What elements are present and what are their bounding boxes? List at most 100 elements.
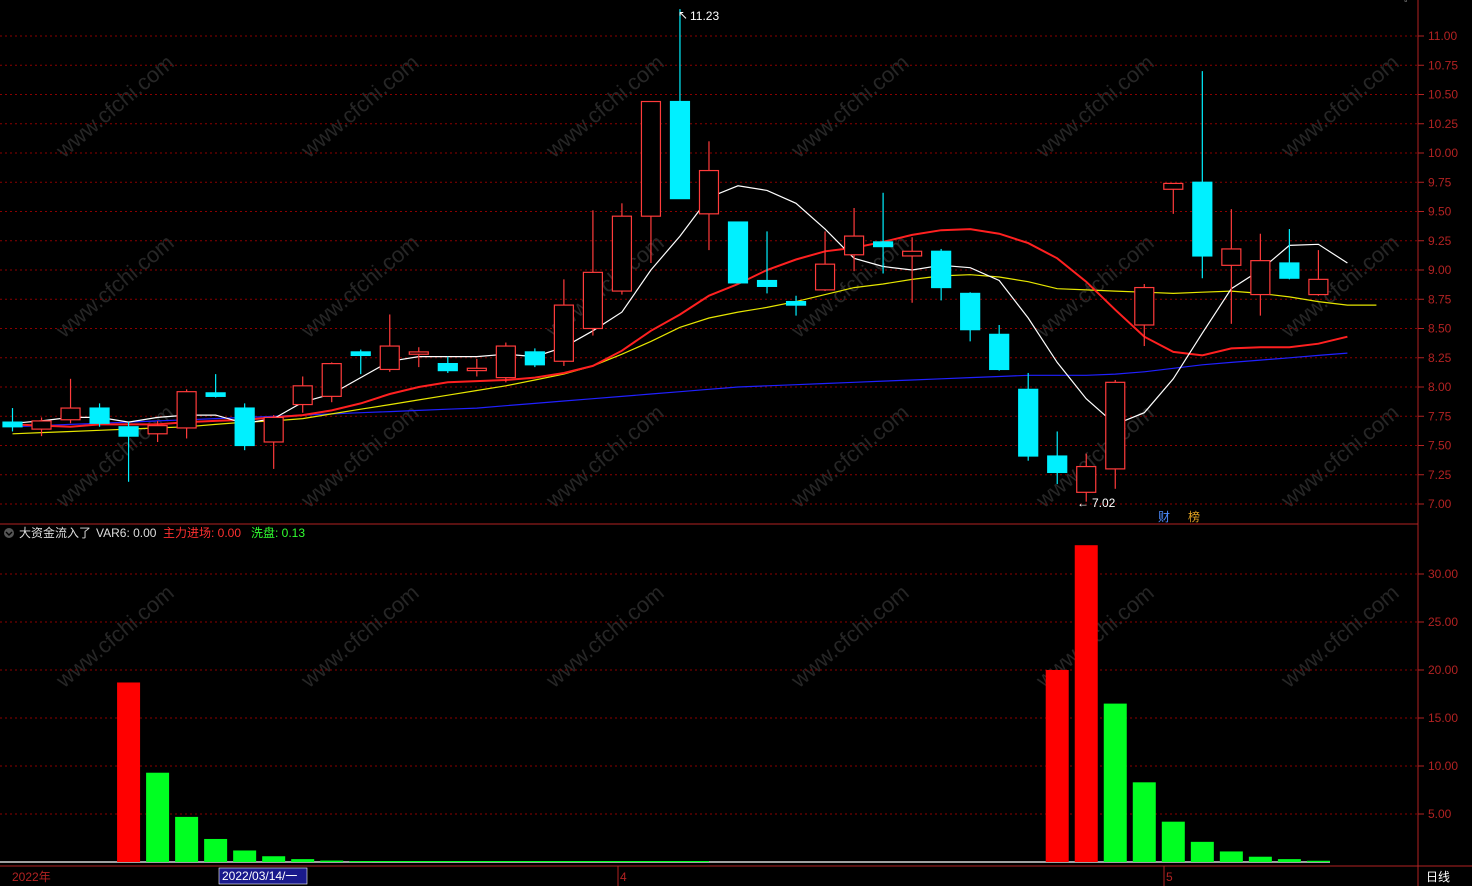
watermark-text: www.cfchi.com bbox=[50, 580, 178, 693]
indicator-bar bbox=[1248, 856, 1272, 862]
price-tick-label: 8.00 bbox=[1428, 380, 1452, 394]
candle-body bbox=[263, 416, 284, 443]
watermark-text: www.cfchi.com bbox=[540, 580, 668, 693]
price-axis-ticks: 11.00 10.75 10.50 10.25 10.00 9.75 9.50 9.25 9.0… bbox=[1418, 29, 1458, 511]
candle-body bbox=[960, 292, 981, 331]
candle-body bbox=[495, 345, 516, 379]
low-price-label: 7.02 bbox=[1092, 496, 1116, 510]
candle-body bbox=[1134, 286, 1155, 326]
watermark-layer: www.cfchi.com www.cfchi.com www.cfchi.com w… bbox=[50, 50, 1403, 693]
price-tick-label: 9.75 bbox=[1428, 175, 1452, 189]
price-tick-label: 7.75 bbox=[1428, 409, 1452, 423]
candle-body bbox=[1221, 248, 1242, 266]
indicator-bar bbox=[1306, 860, 1330, 862]
candle-body bbox=[437, 363, 458, 372]
indicator-bar bbox=[1103, 703, 1127, 862]
candle-body bbox=[1076, 465, 1097, 493]
indicator-tick-label: 20.00 bbox=[1428, 663, 1458, 677]
price-tick-label: 10.25 bbox=[1428, 117, 1458, 131]
candle-body bbox=[843, 235, 865, 256]
candle-body bbox=[1250, 260, 1271, 296]
watermark-text: www.cfchi.com bbox=[1275, 50, 1403, 163]
candle-body bbox=[350, 351, 371, 357]
indicator-bar bbox=[320, 860, 344, 862]
candle-body bbox=[234, 407, 255, 447]
price-tick-label: 10.75 bbox=[1428, 58, 1458, 72]
indicator-tick-label: 15.00 bbox=[1428, 711, 1458, 725]
indicator-bar bbox=[1132, 782, 1156, 862]
price-tick-label: 9.50 bbox=[1428, 205, 1452, 219]
indicator-collapse-icon[interactable] bbox=[4, 528, 14, 538]
candle-body bbox=[379, 345, 400, 371]
candle-body bbox=[902, 250, 923, 257]
finance-badge[interactable]: 财 bbox=[1158, 510, 1170, 524]
chevron-up-icon[interactable]: ⌃ bbox=[1386, 0, 1394, 7]
candle-body bbox=[2, 421, 23, 428]
high-price-label: 11.23 bbox=[690, 9, 719, 23]
indicator-bar bbox=[1045, 670, 1069, 862]
indicator-tick-label: 10.00 bbox=[1428, 759, 1458, 773]
indicator-bar bbox=[117, 682, 141, 862]
indicator-tick-label: 30.00 bbox=[1428, 567, 1458, 581]
candle-body bbox=[640, 100, 662, 217]
stock-chart: www.cfchi.com www.cfchi.com www.cfchi.com w… bbox=[0, 0, 1472, 886]
indicator-bar bbox=[146, 772, 170, 862]
watermark-text: www.cfchi.com bbox=[50, 230, 178, 343]
price-tick-label: 8.25 bbox=[1428, 351, 1452, 365]
price-tick-label: 9.00 bbox=[1428, 263, 1452, 277]
ranking-badge[interactable]: 榜 bbox=[1188, 509, 1200, 524]
candle-body bbox=[872, 241, 894, 248]
price-tick-label: 7.25 bbox=[1428, 468, 1452, 482]
price-tick-label: 7.00 bbox=[1428, 497, 1452, 511]
watermark-text: www.cfchi.com bbox=[785, 580, 913, 693]
candle-body bbox=[1163, 182, 1184, 190]
candle-body bbox=[785, 300, 807, 306]
watermark-text: www.cfchi.com bbox=[295, 230, 423, 343]
indicator-tick-label: 25.00 bbox=[1428, 615, 1458, 629]
candle-body bbox=[176, 391, 197, 429]
var6-value: VAR6: 0.00 bbox=[96, 526, 157, 540]
indicator-bar bbox=[204, 838, 228, 862]
candle-body bbox=[466, 367, 487, 372]
candle-body bbox=[60, 407, 81, 421]
candle-body bbox=[989, 333, 1010, 371]
watermark-text: www.cfchi.com bbox=[1275, 230, 1403, 343]
main-force-value: 主力进场: 0.00 bbox=[163, 526, 241, 540]
candle-body bbox=[205, 392, 226, 397]
indicator-bar bbox=[233, 850, 257, 862]
candle-body bbox=[408, 351, 429, 355]
candle-body bbox=[118, 426, 139, 437]
indicator-bar bbox=[1161, 821, 1185, 862]
watermark-text: www.cfchi.com bbox=[295, 50, 423, 163]
price-tick-label: 11.00 bbox=[1428, 29, 1457, 43]
ma20-line bbox=[12, 274, 1377, 435]
candle-body bbox=[1279, 262, 1300, 279]
low-arrow-icon: ← bbox=[1077, 496, 1089, 510]
candle-body bbox=[931, 250, 952, 289]
candle-body bbox=[1105, 381, 1126, 470]
candle-body bbox=[292, 385, 313, 406]
corner-menu-icon[interactable]: ◦ bbox=[1404, 0, 1408, 7]
month-4-label: 4 bbox=[620, 870, 627, 884]
price-tick-label: 9.25 bbox=[1428, 234, 1452, 248]
candle-body bbox=[89, 407, 110, 424]
indicator-tick-label: 5.00 bbox=[1428, 807, 1452, 821]
price-tick-label: 10.00 bbox=[1428, 146, 1458, 160]
candle-body bbox=[814, 263, 836, 291]
x-axis-year-label: 2022年 bbox=[12, 870, 51, 884]
watermark-text: www.cfchi.com bbox=[785, 400, 913, 513]
candle-body bbox=[1192, 181, 1213, 257]
price-tick-label: 8.75 bbox=[1428, 292, 1452, 306]
candle-body bbox=[321, 363, 342, 397]
watermark-text: www.cfchi.com bbox=[540, 400, 668, 513]
price-tick-label: 8.50 bbox=[1428, 322, 1452, 336]
indicator-name[interactable]: 大资金流入了 bbox=[19, 525, 91, 540]
indicator-bar bbox=[291, 859, 315, 862]
indicator-axis-ticks: 30.00 25.00 20.00 15.00 10.00 5.00 bbox=[1418, 567, 1458, 821]
candle-body bbox=[31, 420, 52, 430]
indicator-bar bbox=[1277, 859, 1301, 862]
candle-body bbox=[553, 304, 574, 362]
indicator-bar bbox=[1219, 851, 1243, 862]
period-label[interactable]: 日线 bbox=[1426, 870, 1450, 884]
price-tick-label: 7.50 bbox=[1428, 439, 1452, 453]
